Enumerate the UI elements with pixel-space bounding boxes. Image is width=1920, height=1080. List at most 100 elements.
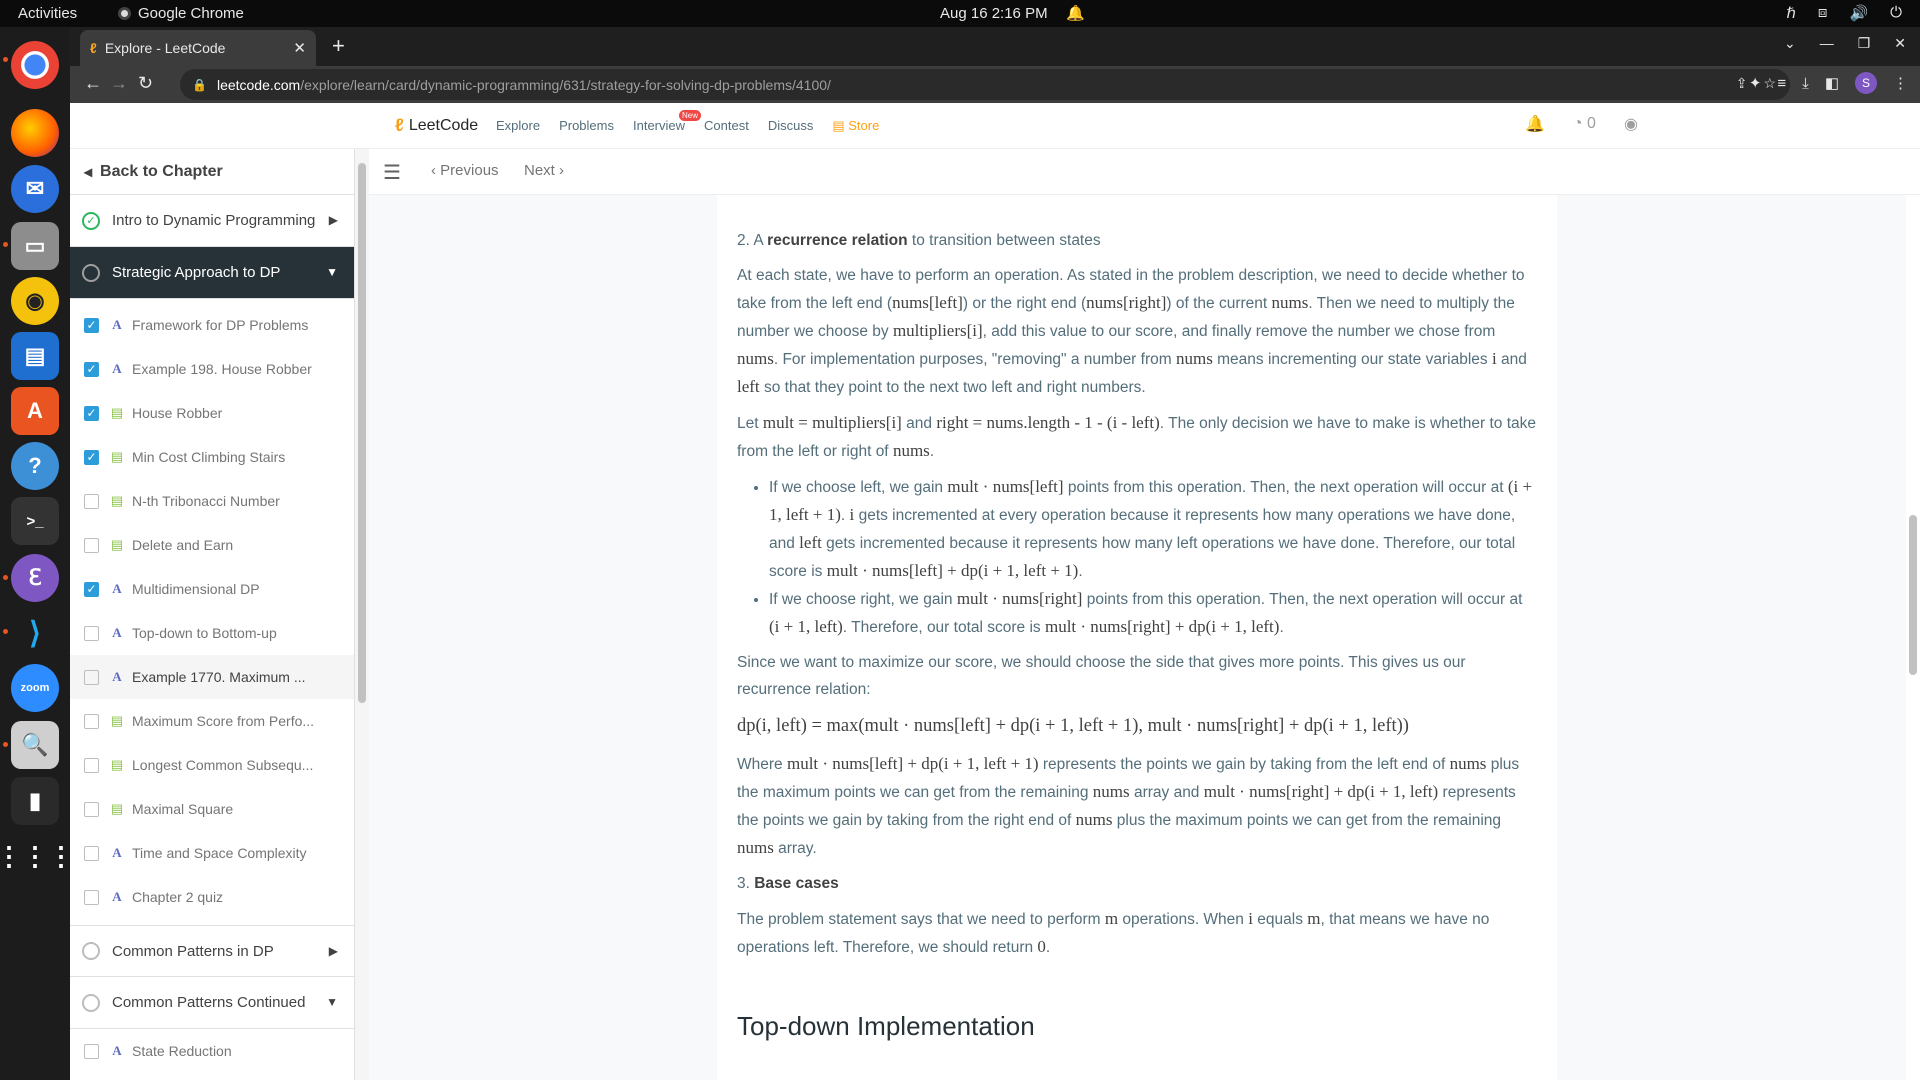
lesson-item[interactable]: ▤ Delete and Earn (70, 523, 354, 567)
reading-list-icon[interactable]: ≡ (1777, 75, 1786, 92)
checkbox[interactable] (84, 801, 99, 817)
thunderbird-icon[interactable]: ✉ (11, 165, 59, 213)
files-icon[interactable]: ▭ (11, 222, 59, 270)
zoom-icon[interactable]: zoom (11, 664, 59, 712)
lesson-item[interactable]: A Chapter 2 quiz (70, 875, 354, 919)
app-center-icon[interactable]: A (11, 387, 59, 435)
lesson-item[interactable]: ✓ A Multidimensional DP (70, 567, 354, 611)
lesson-item[interactable]: A State Reduction (70, 1029, 354, 1073)
downloads-icon[interactable]: ⤓ (1802, 75, 1809, 92)
checkbox[interactable] (84, 669, 99, 685)
system-tray[interactable]: ℏ ⧈ 🔊 ⏻ (1786, 4, 1902, 22)
extensions-puzzle-icon[interactable]: ✦ (1749, 74, 1762, 92)
previous-button[interactable]: ‹ Previous (431, 162, 499, 179)
notification-bell-icon[interactable]: 🔔 (1066, 4, 1085, 22)
reload-icon[interactable]: ↻ (138, 73, 153, 94)
nav-explore[interactable]: Explore (496, 118, 540, 134)
caret-down-icon: ▼ (326, 265, 338, 279)
lesson-item[interactable]: ▤ N-th Tribonacci Number (70, 479, 354, 523)
checkbox-checked[interactable]: ✓ (84, 581, 99, 597)
lesson-label: Maximal Square (132, 801, 234, 817)
content-scrollbar-thumb[interactable] (1909, 515, 1917, 675)
volume-icon[interactable]: 🔊 (1849, 4, 1868, 22)
checkbox[interactable] (84, 537, 99, 553)
address-bar[interactable]: 🔒 leetcode.com/explore/learn/card/dynami… (180, 69, 1790, 100)
nav-discuss[interactable]: Discuss (768, 118, 814, 134)
chapter-item-common-patterns[interactable]: Common Patterns in DP ▶ (70, 925, 354, 977)
tab-active[interactable]: ℓ Explore - LeetCode ✕ (80, 30, 316, 66)
device-icon[interactable]: ▮ (11, 777, 59, 825)
checkbox[interactable] (84, 889, 99, 905)
emacs-icon[interactable]: ℇ (11, 554, 59, 602)
checkbox-checked[interactable]: ✓ (84, 405, 99, 421)
lesson-item[interactable]: ✓ A Example 198. House Robber (70, 347, 354, 391)
lesson-item[interactable]: ✓ A Framework for DP Problems (70, 303, 354, 347)
vscode-icon[interactable]: ⟩ (11, 609, 59, 657)
chapter-item-common-patterns-continued[interactable]: Common Patterns Continued ▼ (70, 977, 354, 1029)
lesson-item[interactable]: A Example 1770. Maximum ... (70, 655, 354, 699)
back-arrow-icon[interactable]: ← (84, 73, 102, 94)
article-icon: A (112, 361, 122, 376)
chapter-item-strategic[interactable]: Strategic Approach to DP ▼ (70, 247, 354, 299)
profile-avatar[interactable]: S (1855, 72, 1877, 94)
image-viewer-icon[interactable]: 🔍 (11, 721, 59, 769)
app-menu[interactable]: Google Chrome (118, 5, 244, 22)
side-panel-icon[interactable]: ◧ (1825, 74, 1839, 92)
checkbox-checked[interactable]: ✓ (84, 361, 99, 377)
rhythmbox-icon[interactable]: ◉ (11, 277, 59, 325)
help-icon[interactable]: ? (11, 442, 59, 490)
libreoffice-writer-icon[interactable]: ▤ (11, 332, 59, 380)
checkbox-checked[interactable]: ✓ (84, 449, 99, 465)
close-window-icon[interactable]: ✕ (1894, 35, 1906, 52)
sidebar-scrollbar[interactable] (355, 149, 369, 1080)
firefox-icon[interactable] (11, 109, 59, 157)
lesson-item[interactable]: ▤ Maximal Square (70, 787, 354, 831)
leetcode-logo[interactable]: ℓ LeetCode (395, 115, 478, 136)
lesson-item[interactable]: ▤ Longest Common Subsequ... (70, 743, 354, 787)
minimize-icon[interactable]: — (1820, 35, 1834, 52)
lock-icon[interactable]: 🔒 (192, 78, 207, 92)
coins[interactable]: ◔ 0 (1573, 115, 1596, 133)
nav-contest[interactable]: Contest (704, 118, 749, 134)
forward-arrow-icon[interactable]: → (110, 73, 128, 94)
checkbox[interactable] (84, 625, 99, 641)
lesson-item[interactable]: ▤ Maximum Score from Perfo... (70, 699, 354, 743)
tab-close-icon[interactable]: ✕ (293, 39, 306, 57)
show-apps-icon[interactable]: ⋮⋮⋮ (0, 832, 74, 880)
lesson-item[interactable]: A Top-down to Bottom-up (70, 611, 354, 655)
new-tab-icon[interactable]: + (332, 33, 345, 59)
lesson-item[interactable]: A Time and Space Complexity (70, 831, 354, 875)
nav-interview[interactable]: Interview New (633, 110, 702, 134)
circle-icon (82, 942, 100, 960)
checkbox[interactable] (84, 757, 99, 773)
lesson-item[interactable]: ✓ ▤ House Robber (70, 391, 354, 435)
nav-problems[interactable]: Problems (559, 118, 614, 134)
article-icon: A (112, 669, 122, 684)
checkbox[interactable] (84, 845, 99, 861)
next-button[interactable]: Next › (524, 162, 564, 179)
hp-icon[interactable]: ℏ (1786, 4, 1796, 22)
activities-button[interactable]: Activities (18, 5, 77, 22)
maximize-icon[interactable]: ❐ (1858, 35, 1871, 52)
power-icon[interactable]: ⏻ (1890, 4, 1902, 22)
back-to-chapter-button[interactable]: ◂ Back to Chapter (70, 149, 354, 195)
terminal-icon[interactable]: >_ (11, 497, 59, 545)
user-avatar-icon[interactable]: ◉ (1624, 114, 1638, 134)
chrome-menu-icon[interactable]: ⋮ (1893, 74, 1908, 92)
checkbox[interactable] (84, 1043, 99, 1059)
notifications-bell-icon[interactable]: 🔔 (1525, 114, 1545, 134)
lesson-item[interactable]: ✓ ▤ Min Cost Climbing Stairs (70, 435, 354, 479)
share-icon[interactable]: ⇪ (1736, 75, 1748, 92)
tab-search-icon[interactable]: ⌄ (1784, 35, 1796, 52)
content-scrollbar[interactable] (1906, 195, 1920, 1080)
chrome-icon[interactable] (11, 41, 59, 89)
network-icon[interactable]: ⧈ (1818, 4, 1828, 22)
checkbox[interactable] (84, 713, 99, 729)
nav-store[interactable]: ▤ Store (832, 118, 879, 134)
checkbox[interactable] (84, 493, 99, 509)
chapter-item-intro[interactable]: ✓ Intro to Dynamic Programming ▶ (70, 195, 354, 247)
clock[interactable]: Aug 16 2:16 PM (940, 5, 1048, 22)
hamburger-menu-icon[interactable]: ☰ (383, 160, 401, 185)
sidebar-scrollbar-thumb[interactable] (358, 163, 366, 703)
checkbox-checked[interactable]: ✓ (84, 317, 99, 333)
